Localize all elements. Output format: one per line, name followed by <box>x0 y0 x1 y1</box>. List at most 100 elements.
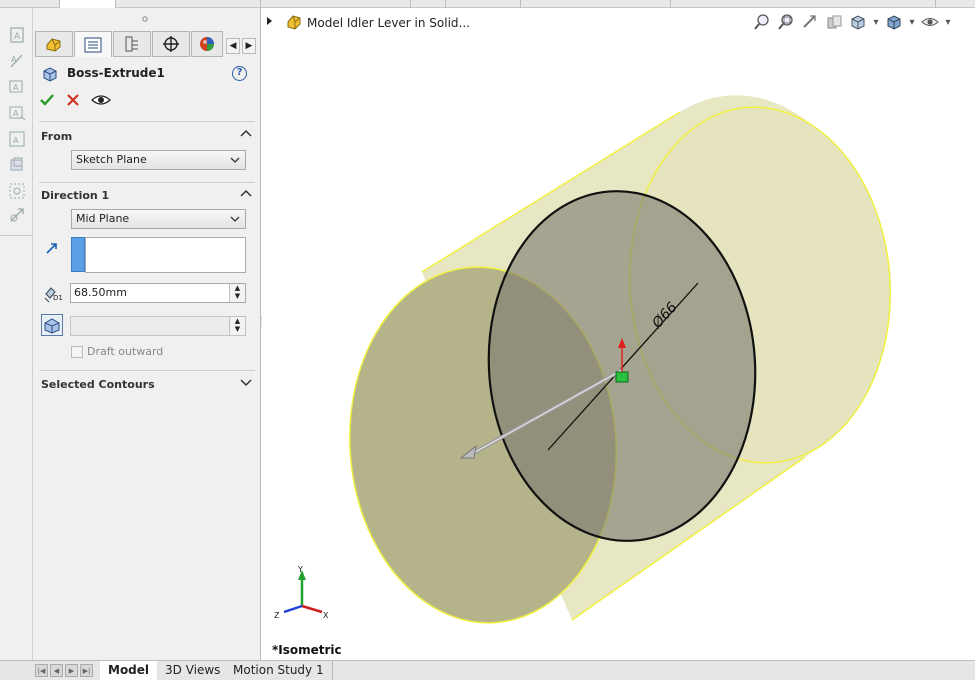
direction-reference-box[interactable] <box>85 237 246 273</box>
top-tab[interactable] <box>261 0 411 8</box>
chevron-down-icon <box>230 216 240 222</box>
manager-tabs: ◀ ▶ <box>33 28 261 58</box>
top-tab-active[interactable] <box>60 0 116 8</box>
triad-z-label: Z <box>274 611 280 620</box>
part-icon <box>287 15 301 30</box>
datum-target-icon[interactable] <box>8 182 26 200</box>
draft-toggle-button[interactable] <box>41 314 63 336</box>
help-button[interactable]: ? <box>232 66 247 81</box>
tabs-scroll-right-button[interactable]: ▶ <box>242 38 256 54</box>
display-style-dropdown[interactable]: ▾ <box>908 12 916 32</box>
previous-view-button[interactable] <box>800 12 820 32</box>
tree-expand-arrow-icon[interactable] <box>266 16 274 26</box>
view-orientation-label: *Isometric <box>272 643 342 657</box>
property-manager: ◀ ▶ Boss-Extrude1 ? From Sketch Plane Di… <box>33 8 269 660</box>
depth-value: 68.50mm <box>74 286 127 299</box>
top-tab[interactable] <box>411 0 446 8</box>
end-condition-value: Mid Plane <box>76 212 130 225</box>
tab-3d-views[interactable]: 3D Views <box>157 661 230 680</box>
preview-eye-icon[interactable] <box>91 92 111 108</box>
chevron-up-icon[interactable] <box>240 188 252 198</box>
section-title-selected-contours: Selected Contours <box>41 378 155 391</box>
separator <box>39 370 255 371</box>
balloon-icon[interactable]: A <box>8 78 26 96</box>
smart-dimension-icon[interactable]: A <box>8 52 26 70</box>
from-dropdown[interactable]: Sketch Plane <box>71 150 246 170</box>
tab-motion-study-1[interactable]: Motion Study 1 <box>225 661 333 680</box>
feature-title: Boss-Extrude1 <box>67 66 165 80</box>
view-orientation-button[interactable] <box>848 12 868 32</box>
draft-angle-spinner[interactable]: ▲ ▼ <box>229 317 245 335</box>
command-icon-column: A A A A A <box>0 8 33 236</box>
zoom-to-fit-button[interactable] <box>752 12 772 32</box>
section-title-from: From <box>41 130 73 143</box>
panel-grip-icon[interactable] <box>141 15 149 23</box>
chevron-down-icon[interactable] <box>240 378 252 388</box>
previous-view-icon <box>803 15 816 28</box>
weld-symbol-icon[interactable] <box>8 156 26 174</box>
view-orientation-dropdown[interactable]: ▾ <box>872 12 880 32</box>
hole-callout-icon[interactable] <box>8 206 26 224</box>
chevron-down-icon <box>230 157 240 163</box>
crosshair-icon <box>163 36 179 52</box>
heads-up-toolbar: ▾ ▾ ▾ <box>752 12 952 34</box>
display-style-button[interactable] <box>884 12 904 32</box>
draft-angle-input[interactable]: ▲ ▼ <box>70 316 246 336</box>
zoom-to-area-button[interactable] <box>776 12 796 32</box>
tab-display-manager[interactable] <box>191 31 223 57</box>
depth-spinner[interactable]: ▲ ▼ <box>229 284 245 302</box>
auto-balloon-icon[interactable]: A <box>8 104 26 122</box>
display-style-icon <box>887 15 901 30</box>
chevron-up-icon[interactable] <box>240 128 252 138</box>
triad-x-axis <box>301 604 323 614</box>
top-tab[interactable] <box>446 0 521 8</box>
draft-outward-label: Draft outward <box>87 345 164 358</box>
zoom-to-fit-icon <box>754 14 769 30</box>
first-tab-button[interactable]: |◀ <box>35 664 48 677</box>
origin-icon[interactable] <box>615 371 629 383</box>
boss-extrude-icon <box>43 67 57 82</box>
tab-property-manager[interactable] <box>74 31 112 57</box>
document-title[interactable]: Model Idler Lever in Solid... <box>307 16 470 30</box>
top-tab[interactable] <box>0 0 60 8</box>
surface-finish-icon[interactable]: A <box>8 130 26 148</box>
depth-icon-label: D1 <box>53 294 63 302</box>
note-icon[interactable]: A <box>8 26 26 44</box>
hide-show-items-button[interactable] <box>920 12 940 32</box>
previous-tab-button[interactable]: ◀ <box>50 664 63 677</box>
last-tab-button[interactable]: ▶| <box>80 664 93 677</box>
direction-arrow-icon[interactable] <box>45 241 59 255</box>
triad-x-label: X <box>323 611 329 620</box>
draft-outward-checkbox[interactable] <box>71 346 83 358</box>
top-tab[interactable] <box>671 0 936 8</box>
graphics-viewport[interactable]: Ø66 Y X Z <box>262 8 975 660</box>
svg-text:A: A <box>11 55 17 64</box>
svg-text:A: A <box>13 109 19 118</box>
from-dropdown-value: Sketch Plane <box>76 153 147 166</box>
tab-configuration-manager[interactable] <box>113 31 151 57</box>
cancel-x-icon[interactable] <box>66 93 80 107</box>
direction-selection-indicator <box>71 237 85 272</box>
end-condition-dropdown[interactable]: Mid Plane <box>71 209 246 229</box>
bottom-tab-bar: |◀ ◀ ▶ ▶| Model 3D Views Motion Study 1 <box>0 660 975 680</box>
triad-z-axis <box>283 604 303 614</box>
tab-dimxpert-manager[interactable] <box>152 31 190 57</box>
top-tab[interactable] <box>116 0 261 8</box>
section-view-icon <box>827 15 842 29</box>
top-tab[interactable] <box>521 0 671 8</box>
section-view-button[interactable] <box>824 12 844 32</box>
hide-show-dropdown[interactable]: ▾ <box>944 12 952 32</box>
configuration-icon <box>125 36 138 52</box>
tab-feature-manager[interactable] <box>35 31 73 57</box>
zoom-to-area-icon <box>778 14 793 30</box>
depth-input[interactable]: 68.50mm ▲ ▼ <box>70 283 246 303</box>
draft-icon <box>44 318 60 334</box>
svg-text:A: A <box>13 83 19 92</box>
svg-text:A: A <box>14 32 21 42</box>
appearance-ball-icon <box>200 37 214 51</box>
tabs-scroll-left-button[interactable]: ◀ <box>226 38 240 54</box>
property-list-icon <box>84 37 102 52</box>
next-tab-button[interactable]: ▶ <box>65 664 78 677</box>
tab-model[interactable]: Model <box>100 661 159 680</box>
ok-checkmark-icon[interactable] <box>39 92 55 108</box>
